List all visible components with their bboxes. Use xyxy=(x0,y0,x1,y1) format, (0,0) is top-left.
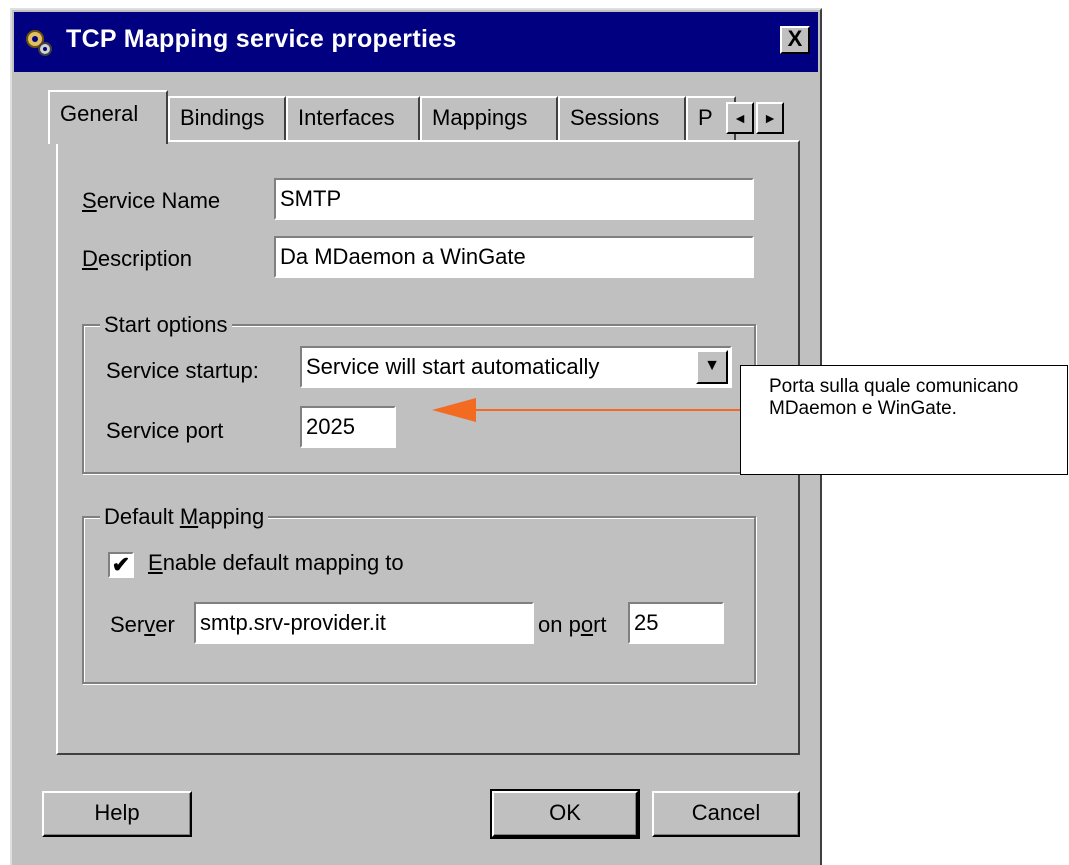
cancel-button[interactable]: Cancel xyxy=(652,791,800,837)
arrow-right-icon: ► xyxy=(763,110,777,126)
enable-default-mapping-label[interactable]: Enable default mapping to xyxy=(148,550,404,576)
close-icon: X xyxy=(787,26,803,51)
callout-box: Porta sulla quale comunicano MDaemon e W… xyxy=(740,365,1068,475)
mapping-port-input[interactable]: 25 xyxy=(628,602,724,644)
general-tab-panel: Service Name SMTP Description Da MDaemon… xyxy=(56,140,800,755)
service-name-input[interactable]: SMTP xyxy=(274,178,754,220)
window-title: TCP Mapping service properties xyxy=(66,25,457,53)
tab-label: Mappings xyxy=(432,105,528,130)
ok-button[interactable]: OK xyxy=(490,789,640,839)
service-startup-value: Service will start automatically xyxy=(306,354,600,379)
enable-default-mapping-checkbox[interactable]: ✔ xyxy=(108,552,134,578)
description-input[interactable]: Da MDaemon a WinGate xyxy=(274,236,754,278)
server-label: Server xyxy=(110,612,175,637)
tab-bindings[interactable]: Bindings xyxy=(168,96,286,140)
on-port-label: on port xyxy=(538,612,607,637)
default-mapping-title: Default Mapping xyxy=(100,504,269,530)
tab-scroll-left-button[interactable]: ◄ xyxy=(726,102,754,134)
tab-scroll-right-button[interactable]: ► xyxy=(756,102,784,134)
title-bar[interactable]: TCP Mapping service properties X xyxy=(14,12,818,72)
tab-label: Sessions xyxy=(570,105,660,130)
service-startup-label: Service startup: xyxy=(106,358,259,383)
tab-sessions[interactable]: Sessions xyxy=(558,96,686,140)
arrow-left-icon: ◄ xyxy=(733,110,747,126)
service-port-label: Service port xyxy=(106,418,224,443)
checkmark-icon: ✔ xyxy=(111,552,131,577)
help-button[interactable]: Help xyxy=(42,791,192,837)
tab-interfaces[interactable]: Interfaces xyxy=(286,96,420,140)
close-button[interactable]: X xyxy=(780,26,810,54)
service-name-label: Service Name xyxy=(82,188,221,213)
callout-arrow-line xyxy=(474,409,742,411)
tab-label: P xyxy=(698,105,713,130)
dialog-window: TCP Mapping service properties X General… xyxy=(10,8,822,865)
service-startup-select[interactable]: Service will start automatically ▼ xyxy=(300,346,732,388)
description-label: Description xyxy=(82,246,193,271)
gears-icon xyxy=(26,30,52,56)
callout-text: Porta sulla quale comunicano MDaemon e W… xyxy=(769,376,1019,419)
dropdown-button[interactable]: ▼ xyxy=(696,350,728,384)
callout-arrow-head xyxy=(432,398,476,422)
tab-label: General xyxy=(60,101,139,126)
tab-general[interactable]: General xyxy=(48,90,168,144)
chevron-down-icon: ▼ xyxy=(704,357,720,374)
start-options-title: Start options xyxy=(100,312,232,338)
server-input[interactable]: smtp.srv-provider.it xyxy=(194,602,534,644)
default-mapping-group xyxy=(82,516,756,684)
tab-label: Interfaces xyxy=(298,105,395,130)
service-port-input[interactable]: 2025 xyxy=(300,406,396,448)
tab-label: Bindings xyxy=(180,105,265,130)
tab-mappings[interactable]: Mappings xyxy=(420,96,558,140)
